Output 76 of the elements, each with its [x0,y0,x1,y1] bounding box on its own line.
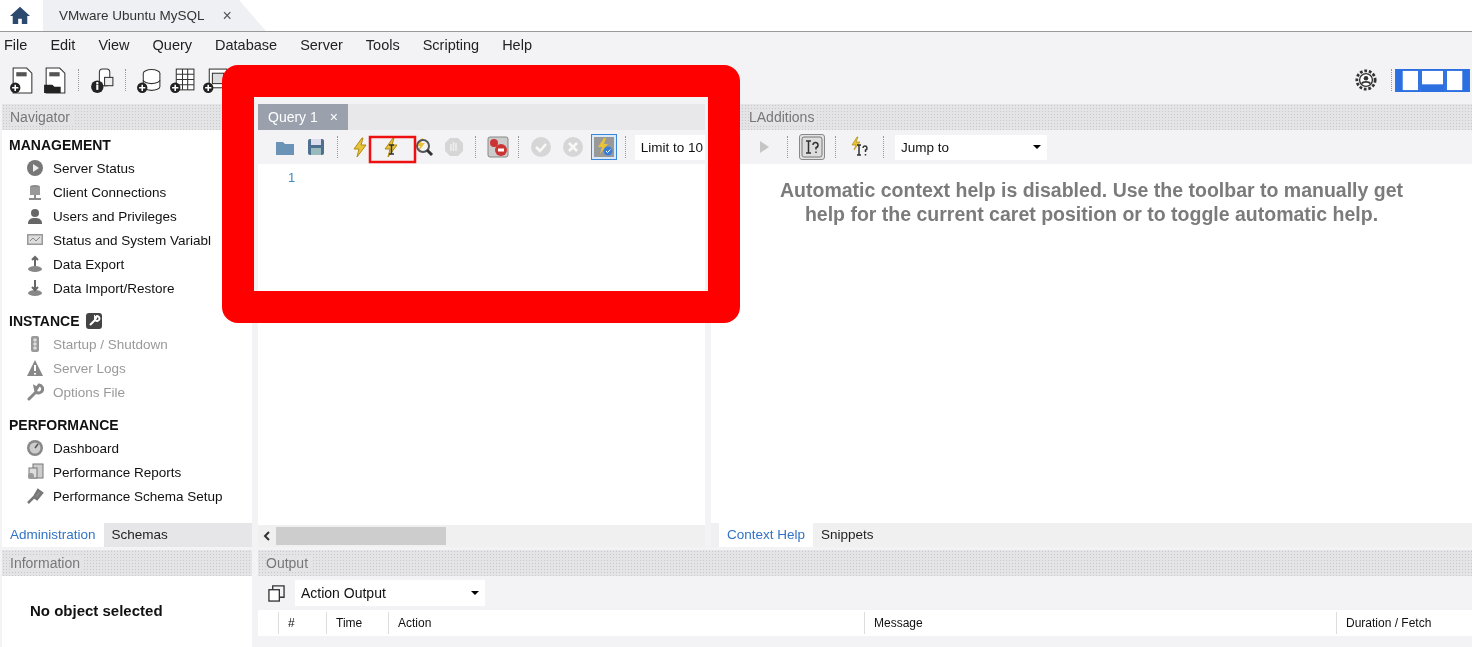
lightning-check-icon[interactable] [593,136,616,158]
panel-tab[interactable]: Snippets [813,523,882,547]
annotation-box [368,135,417,164]
warning-icon [26,359,44,377]
upload-icon [26,255,44,273]
navigator-item[interactable]: Server Status [9,156,252,180]
jump-to-dropdown[interactable]: Jump to [895,134,1047,160]
column-header[interactable]: Action [388,612,864,634]
scrollbar-thumb[interactable] [276,527,446,545]
bottom-panel-toggle-icon[interactable] [1420,68,1445,92]
new-table-icon[interactable] [170,66,195,94]
menu-item[interactable]: Query [148,37,199,53]
menu-item[interactable]: Server [296,37,349,53]
lightning-help-icon[interactable] [849,136,871,158]
gauge-icon [26,439,44,457]
sidebar-tab[interactable]: Schemas [103,523,176,547]
stop-on-error-icon[interactable] [486,136,509,158]
new-view-icon[interactable] [203,66,228,94]
menu-item[interactable]: Help [498,37,538,53]
download-icon [26,279,44,297]
scroll-left-icon[interactable] [262,531,272,541]
panel-title: LAdditions [749,109,818,125]
info-message: No object selected [30,602,163,619]
help-cursor-icon[interactable] [801,136,823,158]
navigator-item[interactable]: Performance Reports [9,460,252,484]
open-sql-file-icon[interactable] [43,66,68,94]
wrench-icon[interactable] [85,313,102,329]
menu-item[interactable]: Edit [46,37,82,53]
column-header[interactable]: Duration / Fetch [1336,612,1472,634]
new-sql-file-icon[interactable] [10,66,35,94]
menu-item[interactable]: Scripting [418,37,486,53]
sql-editor[interactable]: 1 [258,164,705,525]
navigator-item[interactable]: Dashboard [9,436,252,460]
wrench-icon [26,383,44,401]
sidebar-tab[interactable]: Administration [2,523,104,547]
column-header[interactable]: # [278,612,326,634]
caret-icon [471,591,479,595]
tab-title: VMware Ubuntu MySQL [59,8,205,23]
caret-icon [1033,145,1041,149]
copy-icon[interactable] [268,584,285,602]
left-panel-toggle-icon[interactable] [1395,68,1420,92]
output-type-dropdown[interactable]: Action Output [295,580,485,606]
menu-item[interactable]: View [94,37,136,53]
navigator-item[interactable]: Data Export [9,252,252,276]
panel-title: Navigator [10,109,73,125]
line-number: 1 [288,170,297,185]
server-icon [26,183,44,201]
panel-title: Information [10,555,84,571]
navigator-item[interactable]: Users and Privileges [9,204,252,228]
connection-tab[interactable]: VMware Ubuntu MySQL × [43,0,266,31]
user-icon [26,207,44,225]
menu-item[interactable]: Database [211,37,284,53]
section-heading: MANAGEMENT [9,137,111,153]
column-header[interactable]: Message [864,612,1336,634]
menu-item[interactable]: Tools [361,37,406,53]
right-panel-toggle-icon[interactable] [1445,68,1470,92]
section-heading: INSTANCE [9,313,80,329]
reports-icon [26,463,44,481]
play-icon [26,159,44,177]
close-icon[interactable]: × [222,6,232,25]
navigator-item[interactable]: Client Connections [9,180,252,204]
new-schema-icon[interactable] [137,66,162,94]
settings-icon[interactable] [1355,69,1377,91]
tab-title: Query 1 [268,109,318,125]
home-icon[interactable] [9,5,31,25]
help-message: Automatic context help is disabled. Use the toolbar to manually get help for the current caret position or to toggle automatic help. [779,178,1404,227]
section-heading: PERFORMANCE [9,417,119,433]
navigator-item[interactable]: Status and System Variabl [9,228,252,252]
navigator-item[interactable]: Data Import/Restore [9,276,252,300]
column-header[interactable]: Time [326,612,388,634]
limit-dropdown[interactable]: Limit to 10 [634,134,706,160]
database-info-icon[interactable] [90,66,115,94]
panel-tab[interactable]: Context Help [719,523,814,547]
panel-title: Output [266,555,312,571]
navigator-item[interactable]: Performance Schema Setup [9,484,252,508]
menu-item[interactable]: File [0,37,34,53]
